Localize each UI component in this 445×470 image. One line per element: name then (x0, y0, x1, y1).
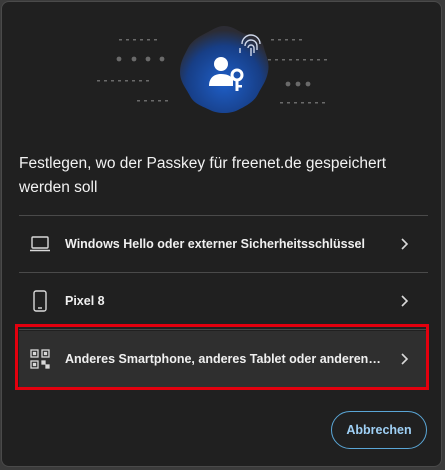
phone-icon (29, 290, 51, 312)
chevron-right-icon (401, 295, 409, 307)
passkey-dialog: Festlegen, wo der Passkey für freenet.de… (1, 1, 442, 467)
option-other-device[interactable]: Anderes Smartphone, anderes Tablet oder … (19, 331, 428, 387)
divider (19, 329, 428, 330)
option-pixel-8[interactable]: Pixel 8 (19, 273, 428, 329)
option-label: Anderes Smartphone, anderes Tablet oder … (65, 352, 383, 366)
option-label: Pixel 8 (65, 294, 105, 308)
option-label: Windows Hello oder externer Sicherheitss… (65, 237, 365, 251)
chevron-right-icon (401, 238, 409, 250)
laptop-icon (29, 233, 51, 255)
passkey-hero-illustration (97, 26, 327, 113)
qr-code-icon (29, 348, 51, 370)
option-windows-hello[interactable]: Windows Hello oder externer Sicherheitss… (19, 216, 428, 272)
chevron-right-icon (401, 353, 409, 365)
dialog-title: Festlegen, wo der Passkey für freenet.de… (19, 155, 387, 196)
divider (19, 388, 428, 389)
cancel-button[interactable]: Abbrechen (331, 411, 427, 449)
